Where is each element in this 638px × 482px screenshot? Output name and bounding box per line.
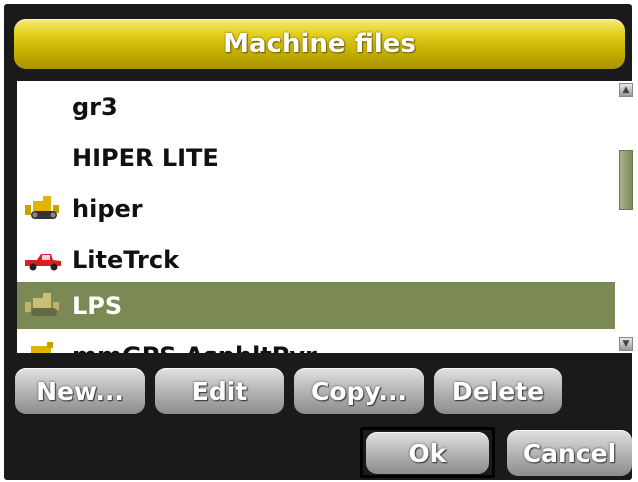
dialog-title: Machine files xyxy=(223,29,416,59)
ok-button[interactable]: Ok xyxy=(366,432,489,474)
copy-button[interactable]: Copy... xyxy=(294,368,424,414)
delete-button[interactable]: Delete xyxy=(434,368,562,414)
list-item[interactable]: LiteTrck xyxy=(17,236,615,283)
edit-button[interactable]: Edit xyxy=(155,368,284,414)
list-item-label: hiper xyxy=(72,194,143,223)
scroll-down-icon[interactable]: ▼ xyxy=(619,337,633,351)
title-bar: Machine files xyxy=(14,19,625,69)
list-item[interactable]: mmGPS AsphltPvr xyxy=(17,332,615,353)
scroll-thumb[interactable] xyxy=(619,150,633,210)
bulldozer-icon xyxy=(19,290,67,322)
cancel-button[interactable]: Cancel xyxy=(507,430,632,476)
paver-icon xyxy=(19,340,67,353)
list-item-label: LiteTrck xyxy=(72,245,180,274)
list-scrollbar[interactable]: ▲ ▼ xyxy=(615,81,637,353)
list-item-label: mmGPS AsphltPvr xyxy=(72,332,317,354)
scroll-up-icon[interactable]: ▲ xyxy=(619,83,633,97)
list-item-label: LPS xyxy=(72,291,123,320)
list-item-selected[interactable]: LPS xyxy=(17,282,615,329)
new-button[interactable]: New... xyxy=(15,368,145,414)
machine-files-list[interactable]: gr3 HIPER LITE hiper LiteTrck LPS xyxy=(17,81,615,353)
truck-icon xyxy=(19,244,67,276)
list-item[interactable]: gr3 xyxy=(17,83,615,130)
list-item-label: HIPER LITE xyxy=(72,143,219,172)
list-item-label: gr3 xyxy=(72,92,118,121)
list-item[interactable]: hiper xyxy=(17,185,615,232)
list-item[interactable]: HIPER LITE xyxy=(17,134,615,181)
bulldozer-icon xyxy=(19,193,67,225)
